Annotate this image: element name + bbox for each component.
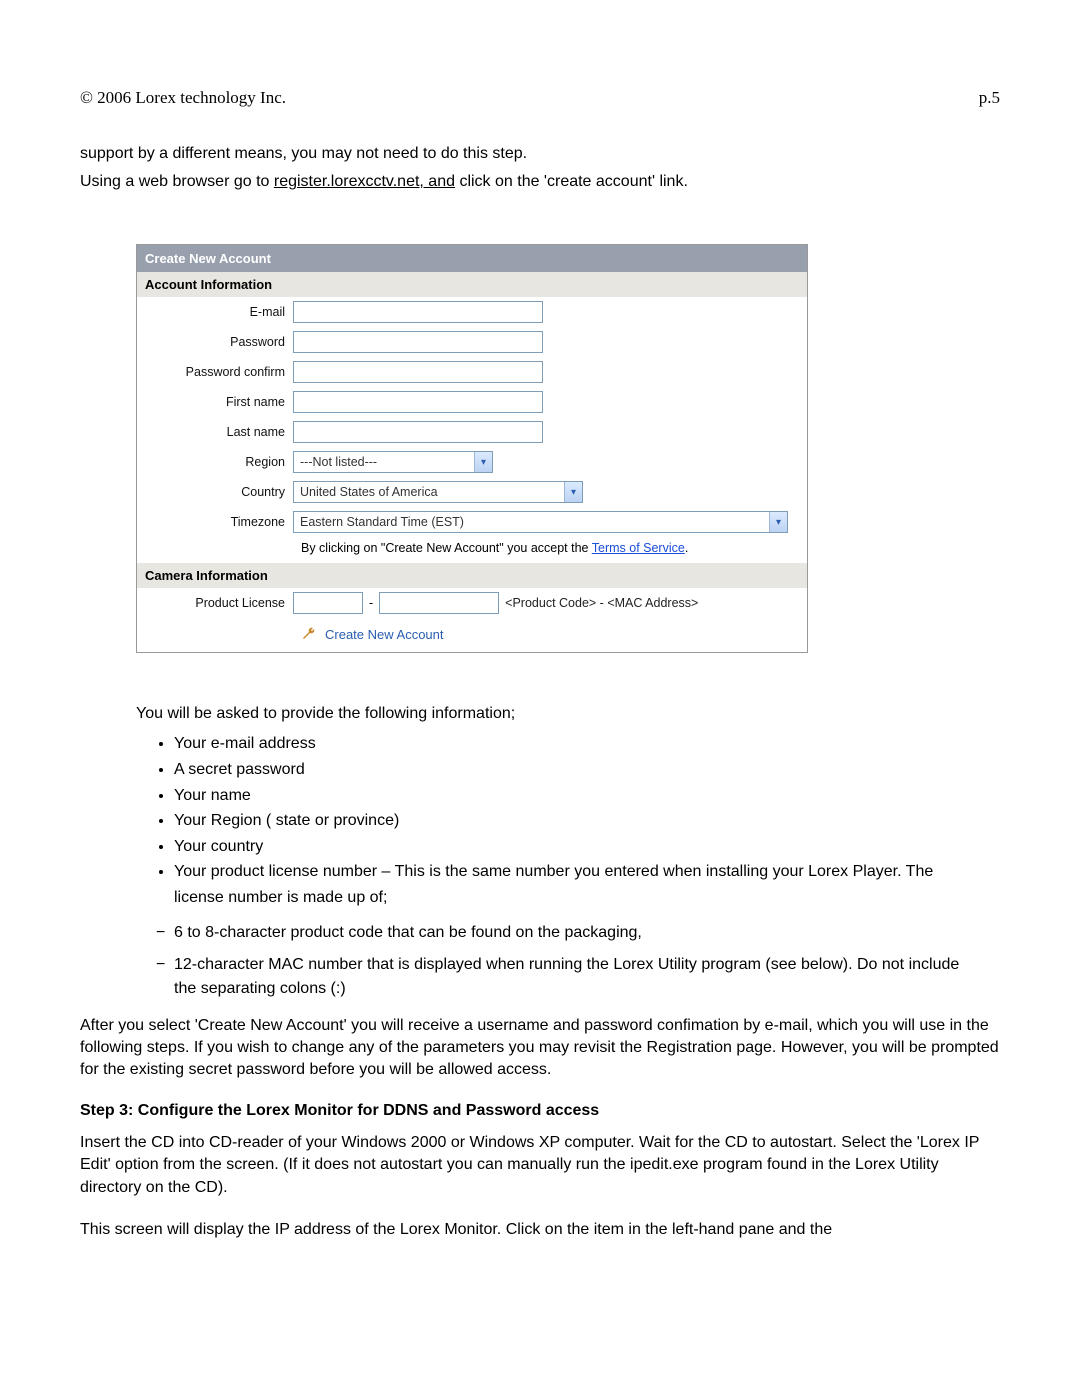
label-email: E-mail: [143, 305, 293, 319]
label-first-name: First name: [143, 395, 293, 409]
list-item: Your country: [174, 834, 980, 860]
create-account-form: Create New Account Account Information E…: [136, 244, 808, 653]
copyright-text: © 2006 Lorex technology Inc.: [80, 88, 286, 108]
label-region: Region: [143, 455, 293, 469]
list-item: 12-character MAC number that is displaye…: [156, 953, 980, 1001]
create-new-account-link[interactable]: Create New Account: [325, 627, 444, 642]
after-para: After you select 'Create New Account' yo…: [80, 1015, 1000, 1082]
intro-block: support by a different means, you may no…: [80, 142, 1000, 194]
intro-line-1: support by a different means, you may no…: [80, 142, 1000, 166]
region-select[interactable]: ---Not listed--- ▾: [293, 451, 493, 473]
chevron-down-icon: ▾: [564, 482, 582, 502]
chevron-down-icon: ▾: [474, 452, 492, 472]
section-camera-info: Camera Information: [137, 563, 807, 588]
label-timezone: Timezone: [143, 515, 293, 529]
label-password: Password: [143, 335, 293, 349]
terms-of-service-link[interactable]: Terms of Service: [592, 541, 685, 555]
chevron-down-icon: ▾: [769, 512, 787, 532]
password-field[interactable]: [293, 331, 543, 353]
page-header: © 2006 Lorex technology Inc. p.5: [80, 88, 1000, 108]
form-title-bar: Create New Account: [137, 245, 807, 272]
password-confirm-field[interactable]: [293, 361, 543, 383]
list-item: 6 to 8-character product code that can b…: [156, 921, 980, 945]
step-3-heading: Step 3: Configure the Lorex Monitor for …: [80, 1102, 1000, 1120]
info-bullets: Your e-mail address A secret password Yo…: [174, 731, 980, 910]
label-country: Country: [143, 485, 293, 499]
timezone-select[interactable]: Eastern Standard Time (EST) ▾: [293, 511, 788, 533]
last-name-field[interactable]: [293, 421, 543, 443]
section-account-info: Account Information: [137, 272, 807, 297]
sub-dashes: 6 to 8-character product code that can b…: [156, 921, 980, 1001]
license-dash: -: [369, 596, 373, 610]
first-name-field[interactable]: [293, 391, 543, 413]
explain-block: You will be asked to provide the followi…: [136, 703, 980, 1001]
step-3-p1: Insert the CD into CD-reader of your Win…: [80, 1132, 1000, 1199]
list-item: Your e-mail address: [174, 731, 980, 757]
email-field[interactable]: [293, 301, 543, 323]
provide-intro: You will be asked to provide the followi…: [136, 703, 980, 725]
label-password-confirm: Password confirm: [143, 365, 293, 379]
list-item: Your Region ( state or province): [174, 808, 980, 834]
product-code-field[interactable]: [293, 592, 363, 614]
page-number: p.5: [979, 88, 1000, 108]
country-select[interactable]: United States of America ▾: [293, 481, 583, 503]
label-last-name: Last name: [143, 425, 293, 439]
list-item: Your name: [174, 783, 980, 809]
step-3-p2: This screen will display the IP address …: [80, 1219, 1000, 1241]
list-item: A secret password: [174, 757, 980, 783]
label-product-license: Product License: [143, 596, 293, 610]
list-item: Your product license number – This is th…: [174, 859, 980, 910]
mac-address-field[interactable]: [379, 592, 499, 614]
register-link[interactable]: register.lorexcctv.net, and: [274, 173, 455, 190]
wrench-icon: [301, 626, 317, 642]
license-hint: <Product Code> - <MAC Address>: [505, 596, 698, 610]
intro-line-2: Using a web browser go to register.lorex…: [80, 170, 1000, 194]
tos-text: By clicking on "Create New Account" you …: [137, 537, 807, 563]
